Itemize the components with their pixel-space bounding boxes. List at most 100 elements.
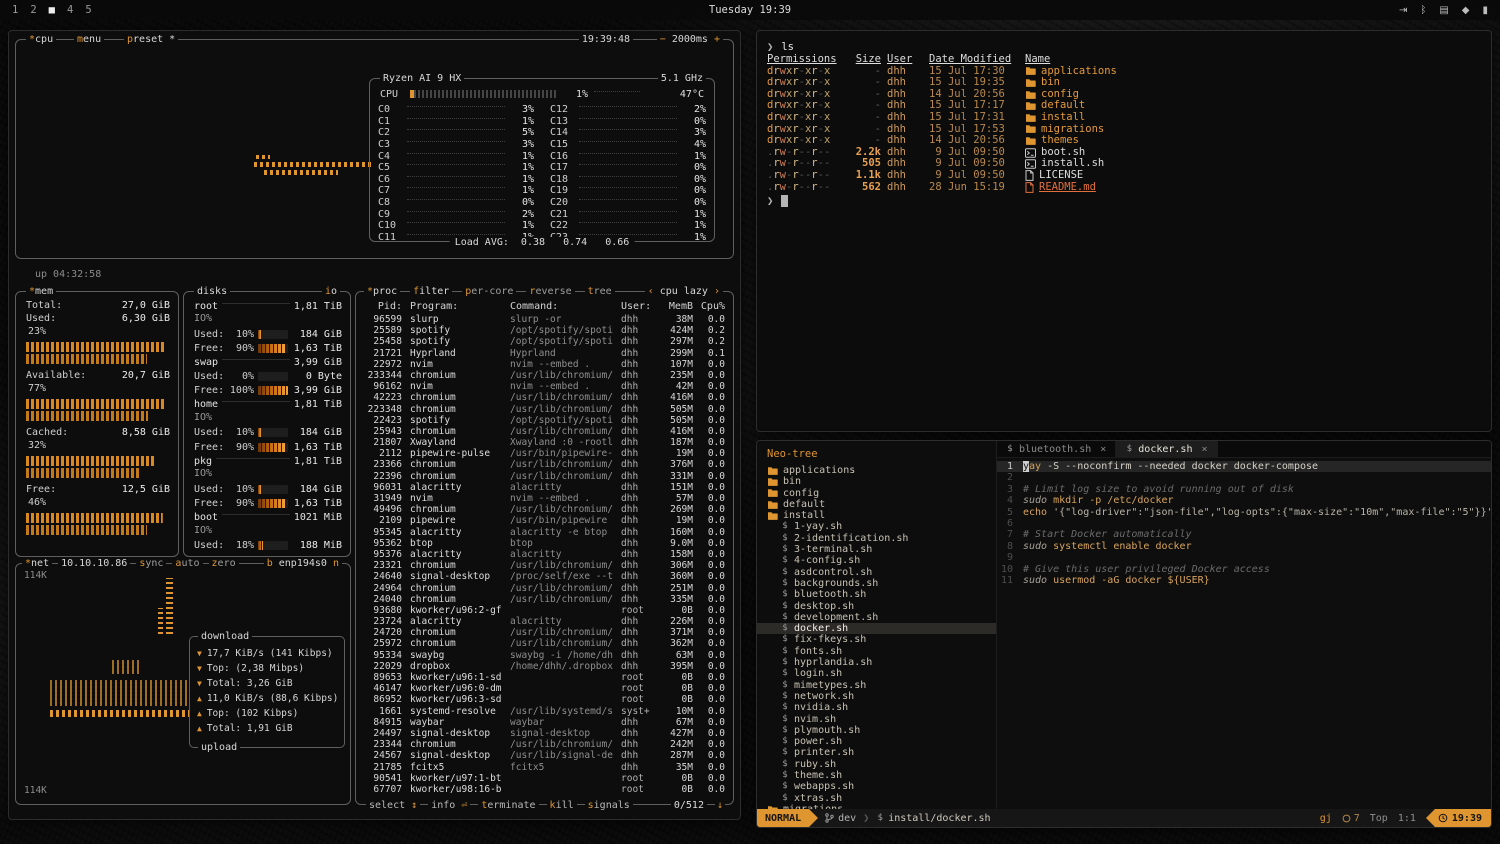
menu-button[interactable]: menu [74,33,104,46]
process-row[interactable]: 95376alacrittyalacrittydhh158M0.0 [364,549,725,560]
process-row[interactable]: 22972nvimnvim --embed .dhh107M0.0 [364,359,725,370]
process-row[interactable]: 223348chromium/usr/lib/chromium/dhh505M0… [364,404,725,415]
process-row[interactable]: 49496chromium/usr/lib/chromium/dhh269M0.… [364,504,725,515]
process-row[interactable]: 95334swaybgswaybg -i /home/dhdhh63M0.0 [364,650,725,661]
bluetooth-icon[interactable]: ᛒ [1420,5,1426,16]
workspace-1[interactable]: 1 [12,4,18,16]
workspace-2[interactable]: 2 [30,4,36,16]
workspace-3[interactable]: ■ [49,4,55,16]
tree-item-bluetooth.sh[interactable]: $bluetooth.sh [757,589,996,600]
process-row[interactable]: 95362btopbtopdhh9.0M0.0 [364,538,725,549]
editor-line[interactable]: 6 [997,518,1491,529]
workspace-4[interactable]: 4 [67,4,73,16]
preset-button[interactable]: preset * [124,33,178,46]
proc-option-per-core[interactable]: per-core [462,285,516,298]
process-row[interactable]: 23344chromium/usr/lib/chromium/dhh242M0.… [364,739,725,750]
terminal-cursor[interactable] [781,195,788,207]
workspace-5[interactable]: 5 [85,4,91,16]
proc-title[interactable]: *proc [364,285,400,298]
process-row[interactable]: 23366chromium/usr/lib/chromium/dhh376M0.… [364,459,725,470]
net-title[interactable]: *net [22,557,52,570]
tree-item-login.sh[interactable]: $login.sh [757,668,996,679]
process-row[interactable]: 2112pipewire-pulse/usr/bin/pipewire-dhh1… [364,448,725,459]
editor-line[interactable]: 11sudo usermod -aG docker ${USER} [997,575,1491,586]
process-row[interactable]: 24964chromium/usr/lib/chromium/dhh251M0.… [364,583,725,594]
tree-item-backgrounds.sh[interactable]: $backgrounds.sh [757,578,996,589]
process-row[interactable]: 2109pipewire/usr/bin/pipewiredhh19M0.0 [364,515,725,526]
process-row[interactable]: 24720chromium/usr/lib/chromium/dhh371M0.… [364,627,725,638]
process-row[interactable]: 25458spotify/opt/spotify/spotidhh297M0.2 [364,336,725,347]
process-row[interactable]: 233344chromium/usr/lib/chromium/dhh235M0… [364,370,725,381]
tree-item-webapps.sh[interactable]: $webapps.sh [757,781,996,792]
tree-item-hyprlandia.sh[interactable]: $hyprlandia.sh [757,657,996,668]
process-row[interactable]: 95345alacrittyalacritty -e btopdhh160M0.… [364,527,725,538]
net-toggle-zero[interactable]: zero [209,557,239,570]
tree-item-default[interactable]: default [757,499,996,510]
close-tab-icon[interactable]: × [1100,444,1106,455]
close-tab-icon[interactable]: × [1201,444,1207,455]
process-row[interactable]: 84915waybarwaybardhh67M0.0 [364,717,725,728]
tree-item-power.sh[interactable]: $power.sh [757,736,996,747]
proc-action-select[interactable]: select ↕ [366,800,420,811]
git-branch[interactable]: dev [825,813,856,824]
tree-item-nvim.sh[interactable]: $nvim.sh [757,714,996,725]
process-row[interactable]: 21785fcitx5fcitx5dhh35M0.0 [364,762,725,773]
tab-bluetooth.sh[interactable]: $bluetooth.sh× [997,441,1116,457]
poll-interval-control[interactable]: − 2000ms + [657,33,723,46]
process-row[interactable]: 42223chromium/usr/lib/chromium/dhh416M0.… [364,392,725,403]
editor-line[interactable]: 9 [997,552,1491,563]
tree-item-install[interactable]: install [757,510,996,521]
process-row[interactable]: 24640signal-desktop/proc/self/exe --tdhh… [364,571,725,582]
process-row[interactable]: 22396chromium/usr/lib/chromium/dhh331M0.… [364,471,725,482]
tree-item-3-terminal.sh[interactable]: $3-terminal.sh [757,544,996,555]
proc-filter-button[interactable]: filter [410,285,452,298]
editor-line[interactable]: 8sudo systemctl enable docker [997,541,1491,552]
process-row[interactable]: 24040chromium/usr/lib/chromium/dhh335M0.… [364,594,725,605]
tree-item-config[interactable]: config [757,488,996,499]
battery-icon[interactable]: ▮ [1482,5,1488,16]
process-row[interactable]: 46147kworker/u96:0-dmroot0B0.0 [364,683,725,694]
tree-item-theme.sh[interactable]: $theme.sh [757,770,996,781]
screenshare-icon[interactable]: ⇥ [1399,5,1407,16]
process-row[interactable]: 22029dropbox/home/dhh/.dropboxdhh395M0.0 [364,661,725,672]
process-row[interactable]: 93680kworker/u96:2-gfroot0B0.0 [364,605,725,616]
disks-io-toggle[interactable]: io [322,285,340,298]
tree-item-docker.sh[interactable]: $docker.sh [757,623,996,634]
process-row[interactable]: 24497signal-desktopsignal-desktopdhh427M… [364,728,725,739]
editor-buffer[interactable]: 1yay -S --noconfirm --needed docker dock… [997,458,1491,809]
process-row[interactable]: 67707kworker/u98:16-broot0B0.0 [364,784,725,795]
editor-line[interactable]: 4sudo mkdir -p /etc/docker [997,495,1491,506]
editor-line[interactable]: 3# Limit log size to avoid running out o… [997,484,1491,495]
tree-item-xtras.sh[interactable]: $xtras.sh [757,793,996,804]
process-row[interactable]: 90541kworker/u97:1-btroot0B0.0 [364,773,725,784]
tab-docker.sh[interactable]: $docker.sh× [1116,441,1217,457]
process-row[interactable]: 21721HyprlandHyprlanddhh299M0.1 [364,348,725,359]
process-row[interactable]: 96599slurpslurp -ordhh38M0.0 [364,314,725,325]
disks-title[interactable]: disks [194,285,230,298]
net-toggle-auto[interactable]: auto [172,557,202,570]
process-row[interactable]: 96031alacrittyalacrittydhh151M0.0 [364,482,725,493]
proc-action-terminate[interactable]: terminate [478,800,538,811]
proc-action-signals[interactable]: signals [585,800,633,811]
tree-item-development.sh[interactable]: $development.sh [757,612,996,623]
process-row[interactable]: 22423spotify/opt/spotify/spotidhh505M0.0 [364,415,725,426]
tree-item-desktop.sh[interactable]: $desktop.sh [757,601,996,612]
proc-action-info[interactable]: info ⏎ [428,800,470,811]
tree-item-1-yay.sh[interactable]: $1-yay.sh [757,521,996,532]
tree-item-asdcontrol.sh[interactable]: $asdcontrol.sh [757,567,996,578]
network-icon[interactable]: ▤ [1439,5,1448,16]
tree-item-fonts.sh[interactable]: $fonts.sh [757,646,996,657]
process-row[interactable]: 25943chromium/usr/lib/chromium/dhh416M0.… [364,426,725,437]
process-row[interactable]: 21807XwaylandXwayland :0 -rootldhh187M0.… [364,437,725,448]
scroll-down-icon[interactable]: ↓ [715,800,725,811]
mem-title[interactable]: *mem [26,285,56,298]
tree-item-bin[interactable]: bin [757,476,996,487]
proc-sort-mode[interactable]: ‹ cpu lazy › [645,285,723,298]
diagnostics-count[interactable]: 7 [1342,813,1360,824]
proc-option-tree[interactable]: tree [585,285,615,298]
tree-item-mimetypes.sh[interactable]: $mimetypes.sh [757,680,996,691]
tree-item-applications[interactable]: applications [757,465,996,476]
editor-line[interactable]: 1yay -S --noconfirm --needed docker dock… [997,461,1491,472]
net-toggle-sync[interactable]: sync [136,557,166,570]
proc-option-reverse[interactable]: reverse [526,285,574,298]
